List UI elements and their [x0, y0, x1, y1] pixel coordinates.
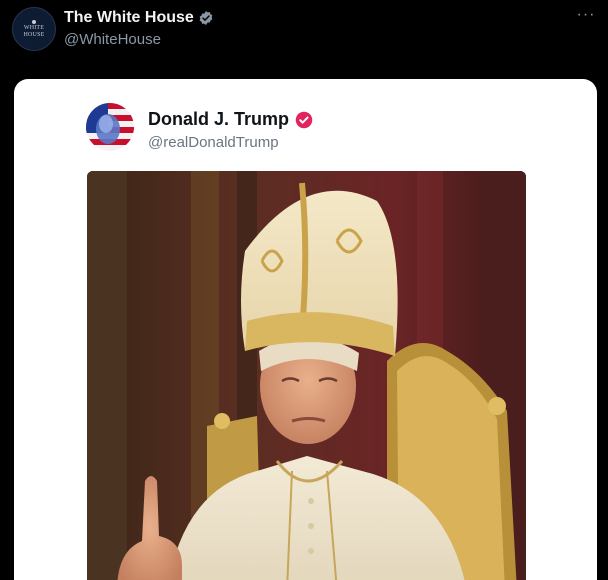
verified-badge-icon [199, 11, 213, 25]
post-image[interactable] [87, 171, 526, 580]
tweet-header: WHITE HOUSE The White House @WhiteHouse … [0, 0, 608, 78]
embedded-author-name-text: Donald J. Trump [148, 109, 290, 129]
author-name-text: The White House [64, 9, 194, 26]
white-house-avatar[interactable]: WHITE HOUSE [12, 7, 56, 51]
trump-avatar[interactable] [86, 103, 134, 151]
flag-portrait-icon [86, 103, 134, 151]
seal-emblem-icon [32, 19, 36, 24]
embedded-author-handle[interactable]: @realDonaldTrump [148, 134, 279, 151]
portrait-image [87, 171, 526, 580]
avatar-text-line-2: HOUSE [23, 31, 45, 38]
author-name[interactable]: The White House [64, 9, 214, 27]
verified-badge-icon [295, 111, 313, 128]
embedded-post-card[interactable]: Donald J. Trump @realDonaldTrump [14, 79, 597, 580]
author-handle[interactable]: @WhiteHouse [64, 31, 161, 48]
avatar-text-line-1: WHITE [23, 24, 45, 31]
more-icon[interactable]: ··· [574, 6, 598, 26]
embedded-author-name[interactable]: Donald J. Trump [148, 109, 313, 130]
